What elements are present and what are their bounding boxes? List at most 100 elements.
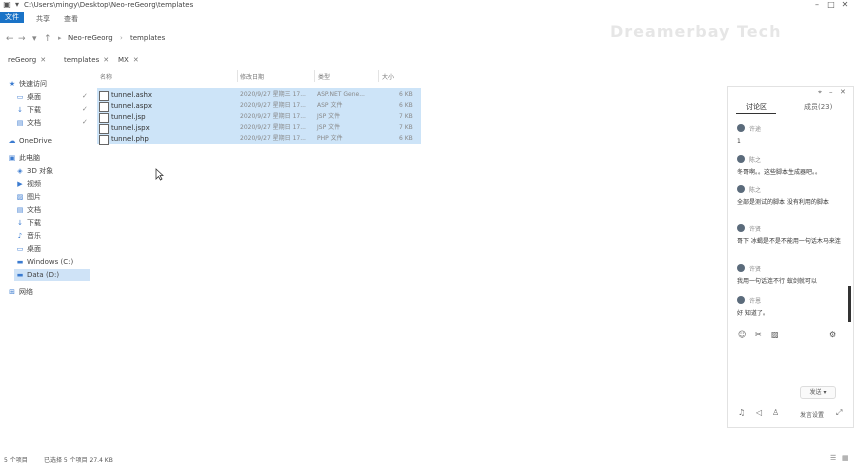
nav-label: 3D 对象 xyxy=(27,167,54,175)
send-button-label: 发送 xyxy=(809,389,822,396)
image-icon[interactable]: ▨ xyxy=(771,330,779,339)
column-date[interactable]: 修改日期 xyxy=(240,72,264,81)
emoji-icon[interactable]: ☺ xyxy=(738,330,746,339)
minimize-icon[interactable]: – xyxy=(829,88,833,96)
avatar[interactable] xyxy=(737,124,745,132)
chat-scrollbar[interactable] xyxy=(848,286,851,322)
settings-icon[interactable]: ⚙ xyxy=(829,330,836,339)
expand-icon[interactable]: ⤢ xyxy=(836,408,842,418)
message-author: 许恩 xyxy=(749,298,762,305)
message-author: 许途 xyxy=(749,126,762,133)
nav-label: 下载 xyxy=(27,106,41,114)
message-author: 许贤 xyxy=(749,226,762,233)
message-text: 我用一句话连不行 蚁剑就可以 xyxy=(737,278,817,285)
tab-members[interactable]: 成员(23) xyxy=(804,102,832,112)
nav-3d-objects[interactable]: ◈ 3D 对象 xyxy=(16,165,53,177)
minimize-icon[interactable]: – xyxy=(812,0,822,10)
download-icon: ↓ xyxy=(17,219,23,227)
nav-downloads[interactable]: ↓ 下载 xyxy=(16,104,41,116)
status-selection: 已选择 5 个项目 27.4 KB xyxy=(44,457,113,464)
thumbnail-view-icon[interactable]: ▦ xyxy=(842,454,849,462)
nav-quick-access[interactable]: ★ 快速访问 xyxy=(8,78,47,90)
scissors-icon[interactable]: ✂ xyxy=(755,330,762,339)
computer-icon: ▣ xyxy=(8,154,16,162)
avatar[interactable] xyxy=(737,296,745,304)
network-icon: ⊞ xyxy=(9,288,15,296)
column-divider[interactable] xyxy=(314,70,315,82)
tab-label: reGeorg xyxy=(8,56,37,64)
breadcrumb-templates[interactable]: templates xyxy=(130,34,165,42)
address-folder-icon: ▸ xyxy=(58,34,62,42)
nav-documents[interactable]: ▤ 文档 xyxy=(16,117,41,129)
quick-access-icon[interactable]: ▾ xyxy=(12,0,22,10)
pin-icon[interactable]: ✓ xyxy=(82,118,88,126)
file-name: tunnel.php xyxy=(111,135,149,143)
drive-icon: ▬ xyxy=(16,258,24,266)
nav-label: 文档 xyxy=(27,206,41,214)
close-icon[interactable]: ✕ xyxy=(840,88,846,96)
nav-windows-c[interactable]: ▬ Windows (C:) xyxy=(16,256,74,268)
breadcrumb-neo-regeorg[interactable]: Neo-reGeorg xyxy=(68,34,113,42)
tab-mx[interactable]: MX ✕ xyxy=(118,54,139,66)
nav-label: Data (D:) xyxy=(27,271,60,279)
nav-onedrive[interactable]: ☁ OneDrive xyxy=(8,135,52,147)
nav-desktop[interactable]: ▭ 桌面 xyxy=(16,91,41,103)
people-icon[interactable]: ♙ xyxy=(772,408,779,417)
details-view-icon[interactable]: ☰ xyxy=(830,454,836,462)
speaker-icon[interactable]: ◁ xyxy=(756,408,762,417)
nav-pc-documents[interactable]: ▤ 文档 xyxy=(16,204,41,216)
status-bar xyxy=(0,453,854,466)
php-file-icon xyxy=(99,135,109,145)
send-button[interactable]: 发送 ▾ xyxy=(800,386,836,399)
menu-view[interactable]: 查看 xyxy=(64,14,78,24)
column-divider[interactable] xyxy=(378,70,379,82)
nav-label: 桌面 xyxy=(27,245,41,253)
up-arrow-icon[interactable]: ↑ xyxy=(44,34,52,44)
drive-icon: ▬ xyxy=(16,271,24,279)
column-type[interactable]: 类型 xyxy=(318,72,330,81)
nav-pc-downloads[interactable]: ↓ 下载 xyxy=(16,217,41,229)
tab-label: MX xyxy=(118,56,129,64)
avatar[interactable] xyxy=(737,264,745,272)
column-divider[interactable] xyxy=(237,70,238,82)
speak-settings-link[interactable]: 发言设置 xyxy=(800,410,824,419)
close-icon[interactable]: ✕ xyxy=(133,56,139,64)
document-icon: ▤ xyxy=(16,206,24,214)
avatar[interactable] xyxy=(737,185,745,193)
avatar[interactable] xyxy=(737,224,745,232)
menu-share[interactable]: 共享 xyxy=(36,14,50,24)
nav-label: 音乐 xyxy=(27,232,41,240)
pin-icon[interactable]: ⌖ xyxy=(818,88,822,97)
tab-discussion[interactable]: 讨论区 xyxy=(746,102,767,112)
pin-icon[interactable]: ✓ xyxy=(82,92,88,100)
tab-regeorg[interactable]: reGeorg ✕ xyxy=(8,54,46,66)
nav-label: OneDrive xyxy=(19,137,52,145)
back-arrow-icon[interactable]: ← xyxy=(6,34,14,44)
window-title: C:\Users\mingy\Desktop\Neo-reGeorg\templ… xyxy=(24,1,194,9)
file-size: 6 KB xyxy=(399,135,413,142)
avatar[interactable] xyxy=(737,155,745,163)
column-size[interactable]: 大小 xyxy=(382,72,394,81)
nav-data-d[interactable]: ▬ Data (D:) xyxy=(14,269,90,281)
nav-network[interactable]: ⊞ 网络 xyxy=(8,286,33,298)
maximize-icon[interactable]: □ xyxy=(826,0,836,10)
message-author: 陈之 xyxy=(749,187,762,194)
tab-templates[interactable]: templates ✕ xyxy=(64,54,109,66)
close-icon[interactable]: ✕ xyxy=(40,56,46,64)
nav-this-pc[interactable]: ▣ 此电脑 xyxy=(8,152,40,164)
notification-icon[interactable]: ♫ xyxy=(738,408,745,417)
aspx-file-icon xyxy=(99,102,109,112)
nav-pc-desktop[interactable]: ▭ 桌面 xyxy=(16,243,41,255)
close-icon[interactable]: ✕ xyxy=(840,0,850,10)
close-icon[interactable]: ✕ xyxy=(103,56,109,64)
forward-arrow-icon[interactable]: → xyxy=(18,34,26,44)
nav-videos[interactable]: ▶ 视频 xyxy=(16,178,41,190)
pin-icon[interactable]: ✓ xyxy=(82,105,88,113)
recent-chevron-icon[interactable]: ▾ xyxy=(32,34,37,44)
menu-file[interactable]: 文件 xyxy=(0,12,24,23)
column-name[interactable]: 名称 xyxy=(100,72,112,81)
watermark: Dreamerbay Tech xyxy=(610,22,782,41)
nav-music[interactable]: ♪ 音乐 xyxy=(16,230,41,242)
nav-pictures[interactable]: ▨ 图片 xyxy=(16,191,41,203)
folder-icon: ▣ xyxy=(3,0,11,9)
